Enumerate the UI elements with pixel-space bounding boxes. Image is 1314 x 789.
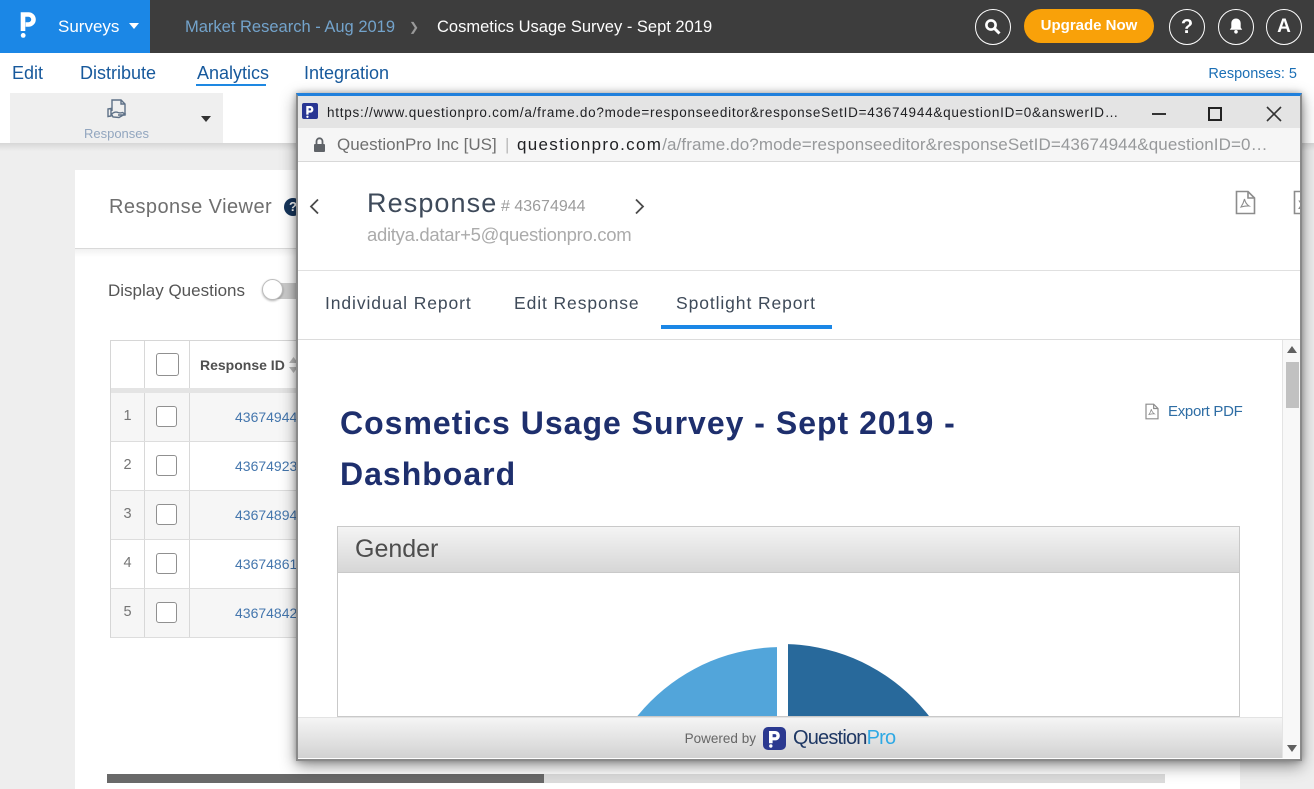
svg-text:X: X [1298,198,1300,212]
